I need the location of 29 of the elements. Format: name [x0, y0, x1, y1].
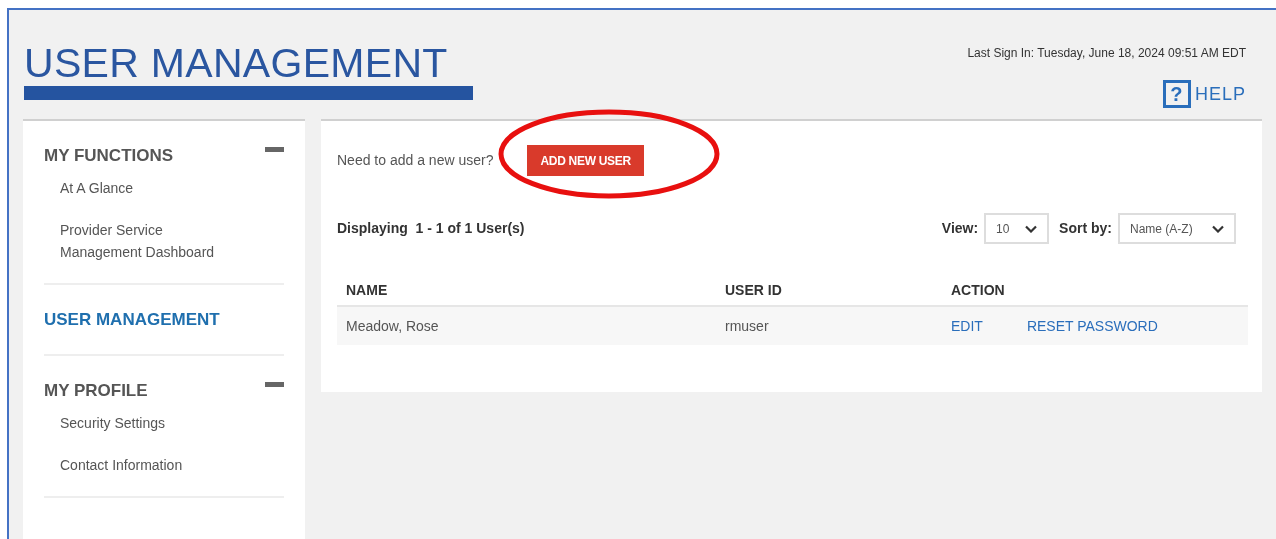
displaying-count: Displaying 1 - 1 of 1 User(s)	[337, 219, 525, 238]
sidebar-section-title[interactable]: MY PROFILE	[44, 378, 148, 404]
sidebar-link[interactable]: Security Settings	[60, 411, 245, 434]
column-header: USER ID	[724, 280, 783, 300]
table-cell-text: rmuser	[724, 316, 770, 336]
question-icon: ?	[1162, 80, 1191, 108]
column-header: ACTION	[950, 280, 1006, 300]
sidebar-link[interactable]: At A Glance	[60, 176, 245, 199]
page-title: USER MANAGEMENT	[24, 40, 449, 86]
chevron-down-icon	[1025, 224, 1038, 233]
column-header: NAME	[345, 280, 389, 300]
action-link[interactable]: RESET PASSWORD	[1026, 315, 1158, 337]
sidebar-link[interactable]: Contact Information	[60, 453, 245, 476]
last-sign-in-text: Last Sign In: Tuesday, June 18, 2024 09:51 AM EDT	[967, 45, 1246, 62]
view-label: View:	[941, 219, 979, 238]
sidebar-link[interactable]: Provider Service Management Dashboard	[60, 218, 245, 263]
add-new-user-button[interactable]: ADD NEW USER	[527, 145, 644, 176]
sort-label: Sort by:	[1059, 219, 1112, 238]
sort-select[interactable]: Name (A-Z)	[1118, 213, 1236, 244]
help-link[interactable]: ? HELP	[1162, 80, 1246, 108]
add-user-prompt: Need to add a new user?	[337, 151, 494, 170]
collapse-icon[interactable]	[265, 147, 284, 152]
sidebar-section-title[interactable]: MY FUNCTIONS	[44, 143, 174, 169]
table-cell-text: Meadow, Rose	[345, 316, 440, 336]
action-link[interactable]: EDIT	[951, 315, 983, 337]
sidebar-section-title[interactable]: USER MANAGEMENT	[44, 306, 220, 332]
view-select[interactable]: 10	[984, 213, 1050, 244]
chevron-down-icon	[1212, 224, 1224, 233]
collapse-icon[interactable]	[265, 382, 284, 387]
